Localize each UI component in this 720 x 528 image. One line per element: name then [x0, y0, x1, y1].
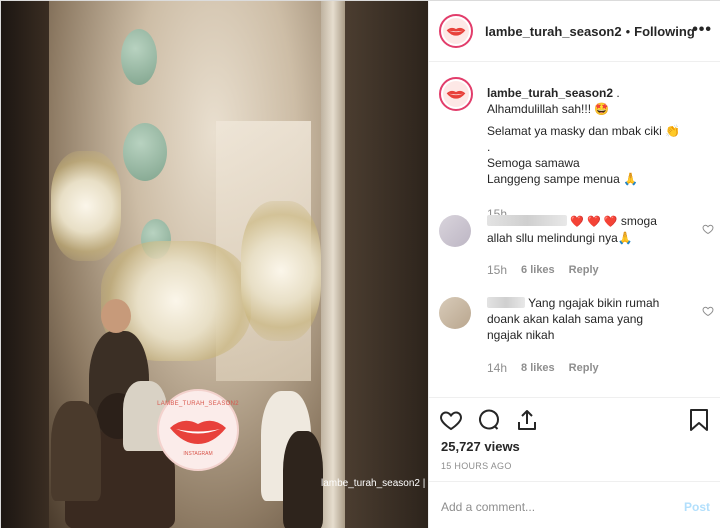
avatar[interactable] [439, 297, 471, 329]
more-options-icon[interactable]: ••• [692, 21, 712, 39]
decor-orb [121, 29, 157, 85]
comment-meta: 15h 6 likes Reply [487, 263, 599, 277]
post-video[interactable]: LAMBE_TURAH_SEASON2 INSTAGRAM lambe_tura… [1, 1, 428, 528]
reply-button[interactable]: Reply [569, 264, 599, 276]
comment-input[interactable]: Add a comment... [441, 500, 535, 514]
watermark-bottom-text: INSTAGRAM [183, 451, 213, 457]
lips-icon [446, 27, 466, 36]
comment-meta: 14h 8 likes Reply [487, 361, 599, 375]
bookmark-icon[interactable] [688, 408, 710, 432]
share-icon[interactable] [515, 408, 539, 432]
comment-text: ❤️ ❤️ ❤️ smoga allah sllu melindungi nya… [487, 214, 657, 245]
caption-body: lambe_turah_season2 . Alhamdulillah sah!… [487, 85, 712, 187]
lips-icon [170, 420, 226, 444]
flower-arrangement [241, 201, 321, 341]
comment-timestamp[interactable]: 14h [487, 361, 507, 375]
watermark-top-text: LAMBE_TURAH_SEASON2 [157, 401, 239, 407]
comment-timestamp[interactable]: 15h [487, 263, 507, 277]
comment-likes[interactable]: 8 likes [521, 362, 555, 374]
caption-line: Selamat ya masky dan mbak ciki 👏 [487, 124, 681, 138]
commenter-username-blurred[interactable] [487, 297, 525, 308]
comments-section: lambe_turah_season2 . Alhamdulillah sah!… [429, 63, 720, 397]
heart-icon[interactable] [702, 223, 714, 235]
watermark-logo: LAMBE_TURAH_SEASON2 INSTAGRAM [157, 389, 239, 471]
post-button[interactable]: Post [684, 500, 710, 514]
caption-username[interactable]: lambe_turah_season2 [487, 86, 613, 100]
caption-line: Alhamdulillah sah!!! 🤩 [487, 102, 610, 116]
post-header: lambe_turah_season2 • Following ••• [429, 1, 720, 62]
comment-icon[interactable] [477, 408, 501, 432]
post-timestamp: 15 HOURS AGO [441, 461, 512, 471]
avatar[interactable] [439, 14, 473, 48]
view-count[interactable]: 25,727 views [441, 439, 520, 454]
decor-orb [123, 123, 167, 181]
avatar[interactable] [439, 215, 471, 247]
avatar[interactable] [439, 77, 473, 111]
caption-line: Semoga samawa [487, 156, 580, 170]
reply-button[interactable]: Reply [569, 362, 599, 374]
hearts-emoji: ❤️ ❤️ ❤️ [570, 216, 618, 228]
like-icon[interactable] [439, 408, 463, 432]
lips-icon [446, 90, 466, 99]
heart-icon[interactable] [702, 305, 714, 317]
comment-text: Yang ngajak bikin rumah doank akan kalah… [487, 296, 660, 342]
separator-dot: • [625, 23, 631, 39]
following-button[interactable]: Following [634, 24, 695, 39]
instagram-post-frame: LAMBE_TURAH_SEASON2 INSTAGRAM lambe_tura… [0, 0, 720, 528]
caption-line: . [487, 140, 491, 154]
comment-likes[interactable]: 6 likes [521, 264, 555, 276]
post-sidebar: lambe_turah_season2 • Following ••• lamb… [428, 1, 720, 528]
video-caption-watermark: lambe_turah_season2 | [321, 478, 426, 489]
header-username[interactable]: lambe_turah_season2 [485, 24, 622, 39]
flower-arrangement [51, 151, 121, 261]
add-comment-bar: Add a comment... Post [429, 481, 720, 528]
commenter-username-blurred[interactable] [487, 215, 567, 226]
caption-line: Langgeng sampe menua 🙏 [487, 172, 639, 186]
